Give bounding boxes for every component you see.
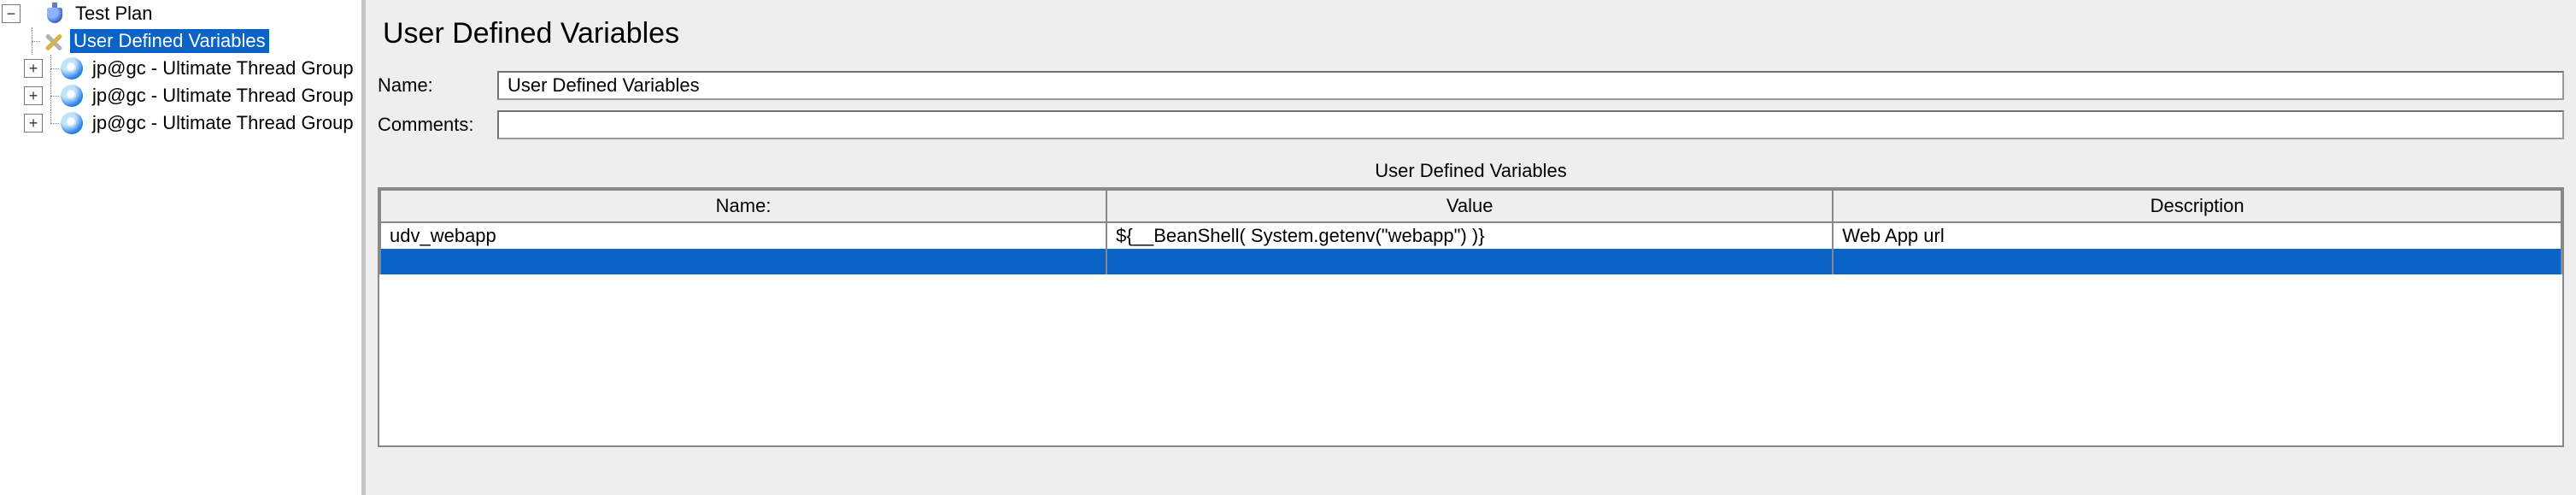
tree-node-label: User Defined Variables — [70, 29, 269, 53]
expand-icon[interactable]: + — [24, 86, 43, 105]
flask-icon — [43, 2, 67, 26]
collapse-icon[interactable]: − — [2, 4, 21, 23]
comments-label: Comments: — [378, 114, 497, 136]
column-header-description[interactable]: Description — [1833, 190, 2561, 222]
variables-table: Name: Value Description udv_webapp ${__B… — [379, 189, 2562, 274]
tree-node-user-defined-variables[interactable]: User Defined Variables — [0, 27, 361, 55]
name-input[interactable] — [497, 71, 2564, 100]
cell-description[interactable]: Web App url — [1833, 222, 2561, 249]
tools-icon — [41, 29, 65, 53]
gear-icon — [60, 56, 84, 80]
gear-icon — [60, 84, 84, 108]
app-root: − Test Plan User Defined Variables + jp@… — [0, 0, 2576, 495]
cell-value[interactable]: ${__BeanShell( System.getenv("webapp") )… — [1106, 222, 1833, 249]
tree-node-label: jp@gc - Ultimate Thread Group — [89, 111, 357, 135]
gear-icon — [60, 111, 84, 135]
column-header-value[interactable]: Value — [1106, 190, 1833, 222]
tree-node-label: Test Plan — [72, 2, 156, 26]
expand-icon[interactable]: + — [24, 114, 43, 133]
table-row-selected-empty[interactable] — [380, 249, 2561, 274]
main-pane: User Defined Variables Name: Comments: U… — [364, 0, 2576, 495]
tree-node-label: jp@gc - Ultimate Thread Group — [89, 56, 357, 80]
tree-node-thread-group-3[interactable]: + jp@gc - Ultimate Thread Group — [0, 109, 361, 137]
table-row[interactable]: udv_webapp ${__BeanShell( System.getenv(… — [380, 222, 2561, 249]
column-header-name[interactable]: Name: — [380, 190, 1106, 222]
tree-node-thread-group-1[interactable]: + jp@gc - Ultimate Thread Group — [0, 55, 361, 82]
name-row: Name: — [366, 66, 2576, 105]
tree-pane: − Test Plan User Defined Variables + jp@… — [0, 0, 364, 495]
tree-node-test-plan[interactable]: − Test Plan — [0, 0, 361, 27]
name-label: Name: — [378, 74, 497, 97]
table-section-title: User Defined Variables — [366, 144, 2576, 187]
table-header-row: Name: Value Description — [380, 190, 2561, 222]
comments-input[interactable] — [497, 110, 2564, 139]
comments-row: Comments: — [366, 105, 2576, 144]
panel-title: User Defined Variables — [366, 0, 2576, 66]
tree-node-label: jp@gc - Ultimate Thread Group — [89, 84, 357, 108]
cell-name[interactable]: udv_webapp — [380, 222, 1106, 249]
variables-table-wrap: Name: Value Description udv_webapp ${__B… — [378, 187, 2564, 447]
tree-node-thread-group-2[interactable]: + jp@gc - Ultimate Thread Group — [0, 82, 361, 109]
expand-icon[interactable]: + — [24, 59, 43, 78]
